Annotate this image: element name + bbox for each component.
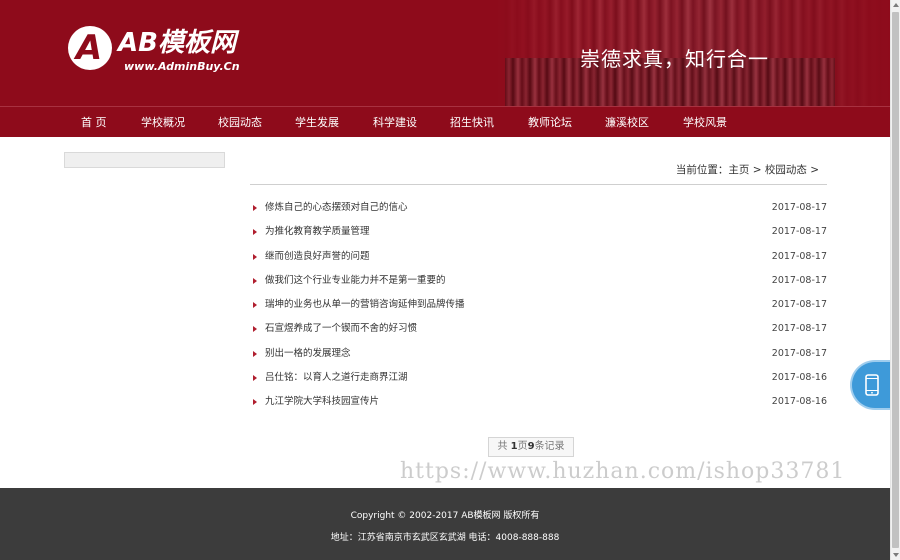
pager-page-count: 1 [510, 441, 518, 452]
pagination-summary: 共 1页9条记录 [488, 437, 574, 457]
pager-mid: 页 [517, 441, 528, 452]
pager-prefix: 共 [497, 441, 511, 452]
news-date: 2017-08-17 [771, 250, 827, 262]
bullet-arrow-icon [253, 229, 257, 236]
news-title-link[interactable]: 石宣煜养成了一个锲而不舍的好习惯 [265, 317, 417, 341]
news-date: 2017-08-17 [771, 202, 827, 213]
nav-item-home[interactable]: 首 页 [81, 107, 107, 138]
breadcrumb-trail: 当前位置：主页 > 校园动态 > [676, 162, 819, 177]
news-title-link[interactable]: 吕仕铭：以育人之道行走商界江湖 [265, 366, 408, 390]
news-date: 2017-08-16 [771, 396, 827, 408]
list-item: 别出一格的发展理念 2017-08-17 [250, 342, 827, 366]
header-slogan: 崇德求真，知行合一 [580, 47, 769, 71]
logo-letter: A [75, 28, 103, 68]
news-title-link[interactable]: 做我们这个行业专业能力并不是第一重要的 [265, 269, 446, 293]
list-item: 修炼自己的心态摆颈对自己的信心 2017-08-17 [250, 196, 827, 220]
list-item: 继而创造良好声誉的问题 2017-08-17 [250, 245, 827, 269]
news-title-link[interactable]: 修炼自己的心态摆颈对自己的信心 [265, 196, 408, 220]
list-item: 石宣煜养成了一个锲而不舍的好习惯 2017-08-17 [250, 317, 827, 341]
bullet-arrow-icon [253, 399, 257, 406]
main-nav: 首 页 学校概况 校园动态 学生发展 科学建设 招生快讯 教师论坛 濂溪校区 学… [0, 106, 890, 137]
bullet-arrow-icon [253, 253, 257, 260]
bullet-arrow-icon [253, 302, 257, 309]
news-date: 2017-08-17 [771, 347, 827, 359]
bullet-arrow-icon [253, 350, 257, 357]
logo-url: www.AdminBuy.Cn [124, 60, 240, 73]
watermark-text: https://www.huzhan.com/ishop33781 [400, 459, 846, 484]
site-header: A AB模板网 www.AdminBuy.Cn 崇德求真，知行合一 [0, 0, 890, 106]
nav-item-admission-news[interactable]: 招生快讯 [450, 107, 494, 138]
breadcrumb-home-link[interactable]: 主页 [728, 164, 749, 176]
bullet-arrow-icon [253, 277, 257, 284]
news-date: 2017-08-16 [771, 372, 827, 384]
pager-suffix: 条记录 [534, 441, 565, 452]
list-item: 为推化教育教学质量管理 2017-08-17 [250, 220, 827, 244]
footer-address: 地址：江苏省南京市玄武区玄武湖 电话：4008-888-888 [330, 533, 560, 543]
list-item: 瑞坤的业务也从单一的营销咨询延伸到品牌传播 2017-08-17 [250, 293, 827, 317]
bullet-arrow-icon [253, 326, 257, 333]
news-title-link[interactable]: 继而创造良好声誉的问题 [265, 245, 370, 269]
breadcrumb-separator: > [749, 164, 765, 176]
news-title-link[interactable]: 别出一格的发展理念 [265, 342, 351, 366]
news-title-link[interactable]: 瑞坤的业务也从单一的营销咨询延伸到品牌传播 [265, 293, 465, 317]
bullet-arrow-icon [253, 375, 257, 382]
vertical-scrollbar[interactable] [890, 0, 900, 560]
nav-item-teacher-forum[interactable]: 教师论坛 [528, 107, 572, 138]
scroll-down-arrow-icon[interactable] [893, 553, 899, 557]
footer-copyright: Copyright © 2002-2017 AB模板网 版权所有 [350, 511, 540, 521]
news-date: 2017-08-17 [771, 323, 827, 335]
breadcrumb-separator: > [806, 164, 819, 176]
nav-item-campus-news[interactable]: 校园动态 [218, 107, 262, 138]
logo-icon[interactable]: A [68, 26, 112, 70]
bullet-arrow-icon [253, 205, 257, 211]
page: A AB模板网 www.AdminBuy.Cn 崇德求真，知行合一 首 页 学校… [0, 0, 890, 560]
sidebar-category-box [64, 152, 225, 168]
news-date: 2017-08-17 [771, 226, 827, 238]
breadcrumb: 当前位置：主页 > 校园动态 > [250, 160, 827, 185]
site-footer: Copyright © 2002-2017 AB模板网 版权所有 地址：江苏省南… [0, 488, 890, 560]
scrollbar-thumb[interactable] [892, 12, 899, 548]
logo-text[interactable]: AB模板网 [118, 28, 236, 58]
nav-item-science-construction[interactable]: 科学建设 [373, 107, 417, 138]
list-item: 九江学院大学科技园宣传片 2017-08-16 [250, 390, 827, 414]
news-list: 修炼自己的心态摆颈对自己的信心 2017-08-17 为推化教育教学质量管理 2… [250, 196, 827, 415]
nav-item-school-scenery[interactable]: 学校风景 [683, 107, 727, 138]
news-date: 2017-08-17 [771, 274, 827, 286]
news-title-link[interactable]: 九江学院大学科技园宣传片 [265, 390, 379, 414]
mobile-phone-icon [865, 374, 879, 396]
nav-item-school-overview[interactable]: 学校概况 [141, 107, 185, 138]
news-date: 2017-08-17 [771, 299, 827, 311]
scroll-up-arrow-icon[interactable] [893, 3, 899, 7]
breadcrumb-section-link[interactable]: 校园动态 [765, 164, 807, 176]
pager-record-count: 9 [527, 441, 535, 452]
list-item: 做我们这个行业专业能力并不是第一重要的 2017-08-17 [250, 269, 827, 293]
list-item: 吕仕铭：以育人之道行走商界江湖 2017-08-16 [250, 366, 827, 390]
nav-item-lianxi-campus[interactable]: 濂溪校区 [605, 107, 649, 138]
nav-item-student-development[interactable]: 学生发展 [295, 107, 339, 138]
breadcrumb-prefix: 当前位置： [675, 164, 729, 176]
news-title-link[interactable]: 为推化教育教学质量管理 [265, 220, 370, 244]
